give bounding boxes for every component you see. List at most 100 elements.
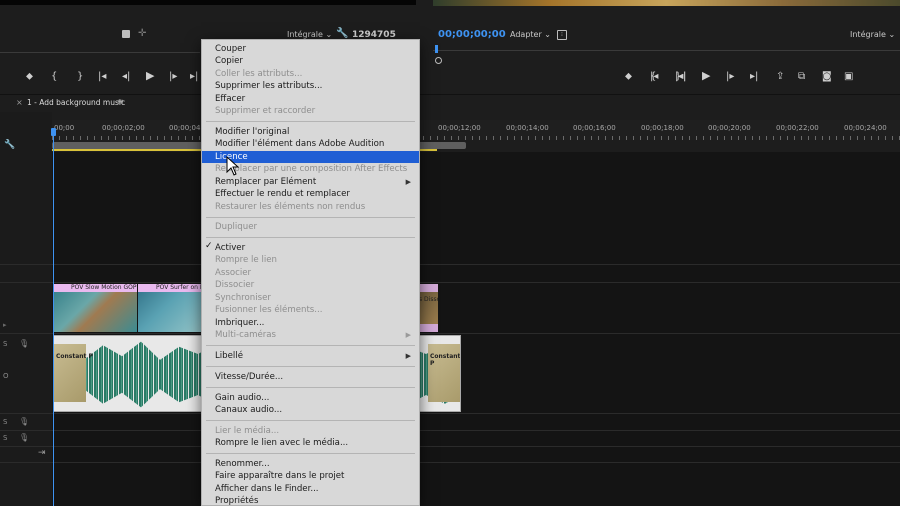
program-step-back-icon[interactable]: ◂| [678,72,686,82]
menu-item-gain-audio[interactable]: Gain audio... [202,392,419,404]
sequence-tab[interactable]: 1 - Add background music [27,98,125,107]
menu-separator [206,453,415,454]
expand-arrow-icon[interactable]: ▸ [3,320,7,330]
clip-name: s Disso [419,296,438,303]
ruler-label: 00;00;12;00 [438,124,481,132]
playhead-handle[interactable] [51,128,56,136]
menu-item-dissocier: Dissocier [215,280,255,290]
track-separator [0,462,900,463]
playhead-line[interactable] [53,130,54,506]
menu-item-vitesse-duree[interactable]: Vitesse/Durée... [202,371,419,383]
source-zoom-dropdown[interactable]: Intégrale ⌄ [287,30,332,39]
audio-transition-label: Constant P [430,353,461,367]
menu-item-modifier-audition[interactable]: Modifier l'élément dans Adobe Audition [202,138,419,150]
submenu-arrow-icon: ▶ [405,178,411,186]
menu-item-modifier-original[interactable]: Modifier l'original [202,126,419,138]
mark-out-icon[interactable]: } [77,72,83,82]
ruler-label: 00;00;18;00 [641,124,684,132]
program-zoom-label: Intégrale [850,30,886,39]
submenu-arrow-icon: ▶ [405,352,411,360]
track-header-label: O [3,372,9,380]
mic-icon[interactable]: 🎙 [19,417,29,427]
wrench-icon[interactable]: 🔧 [336,29,348,39]
menu-item-proprietes[interactable]: Propriétés [202,495,419,505]
marker-icon[interactable]: ⬥ [625,72,632,82]
lift-icon[interactable]: ⇪ [776,72,784,82]
menu-separator [206,345,415,346]
step-forward-icon[interactable]: |▸ [169,72,177,82]
program-fit-dropdown[interactable]: Adapter ⌄ [510,30,551,39]
program-play-icon[interactable]: ▶ [702,70,710,81]
play-icon[interactable]: ▶ [146,70,154,81]
menu-item-effacer[interactable]: Effacer [202,93,419,105]
context-menu: Couper Copier Coller les attributs... Su… [201,39,420,506]
mic-icon[interactable]: 🎙 [19,339,29,349]
menu-item-canaux-audio[interactable]: Canaux audio... [202,404,419,416]
menu-item-restaurer: Restaurer les éléments non rendus [215,202,366,212]
go-to-in-icon[interactable]: |◂ [98,72,106,82]
menu-item-coller-attributs: Coller les attributs... [215,69,303,79]
program-timecode[interactable]: 00;00;00;00 [438,29,506,40]
ruler-label: 00;00;20;00 [708,124,751,132]
mouse-cursor-icon [226,156,240,176]
menu-item-multi-cameras: Multi-caméras [215,330,277,340]
close-icon[interactable]: × [16,98,23,107]
program-scrub-bar[interactable] [433,50,900,61]
wrench-settings-icon[interactable]: 🔧 [4,140,15,150]
source-video-frame [0,0,416,5]
source-toolbar-icon[interactable] [122,30,130,38]
ruler-label: 00;00;02;00 [102,124,145,132]
menu-item-associer: Associer [215,268,252,278]
settings-icon[interactable]: ⁝ [557,30,567,40]
crosshair-icon[interactable]: ✛ [138,29,146,39]
menu-item-fusionner: Fusionner les éléments... [215,305,323,315]
mic-icon[interactable]: 🎙 [19,433,29,443]
menu-separator [206,366,415,367]
ruler-label: 00;00;14;00 [506,124,549,132]
submenu-arrow-icon: ▶ [405,331,411,339]
menu-item-copier[interactable]: Copier [202,55,419,67]
track-separator [0,282,900,283]
audio-transition-label: Constant P [56,353,93,360]
menu-item-rendu-remplacer[interactable]: Effectuer le rendu et remplacer [202,188,419,200]
menu-item-supprimer-attributs[interactable]: Supprimer les attributs... [202,80,419,92]
menu-separator [206,121,415,122]
menu-separator [206,387,415,388]
menu-item-activer[interactable]: Activer [202,242,419,254]
program-go-to-out-icon[interactable]: ▸| [750,72,758,82]
menu-item-couper[interactable]: Couper [202,43,419,55]
menu-item-rompre-lien-media[interactable]: Rompre le lien avec le média... [202,437,419,449]
track-separator [0,430,900,431]
ruler-label: 00;00;16;00 [573,124,616,132]
program-zoom-dropdown[interactable]: Intégrale ⌄ [850,30,895,39]
export-frame-icon[interactable]: ◙ [822,72,832,82]
program-playhead-marker[interactable] [435,45,438,53]
track-separator [0,264,900,265]
menu-separator [206,217,415,218]
menu-item-renommer[interactable]: Renommer... [202,458,419,470]
extract-icon[interactable]: ⧉ [798,72,805,82]
ruler-label: 00;00 [54,124,75,132]
menu-item-faire-apparaitre[interactable]: Faire apparaître dans le projet [202,470,419,482]
menu-item-supprimer-raccorder: Supprimer et raccorder [215,106,316,116]
menu-item-remplacer-element[interactable]: Remplacer par Elément [202,176,419,188]
track-separator [0,446,900,447]
ruler-label: 00;00;24;00 [844,124,887,132]
menu-separator [206,420,415,421]
step-back-icon[interactable]: ◂| [122,72,130,82]
menu-item-libelle[interactable]: Libellé [202,350,419,362]
menu-icon[interactable]: ≡ [117,97,124,106]
button-editor-icon[interactable]: ▣ [844,72,853,82]
program-go-to-in-icon[interactable]: |◂ [650,72,658,82]
track-separator [0,413,900,414]
menu-separator [206,237,415,238]
menu-item-imbriquer[interactable]: Imbriquer... [202,317,419,329]
ruler-label: 00;00;22;00 [776,124,819,132]
end-icon[interactable]: ⇥ [38,448,46,458]
mark-in-icon[interactable]: { [51,72,57,82]
menu-item-afficher-finder[interactable]: Afficher dans le Finder... [202,483,419,495]
program-step-forward-icon[interactable]: |▸ [726,72,734,82]
source-scrub-bar[interactable] [0,52,200,61]
marker-icon[interactable]: ⬥ [26,72,33,82]
go-to-out-icon[interactable]: ▸| [190,72,198,82]
